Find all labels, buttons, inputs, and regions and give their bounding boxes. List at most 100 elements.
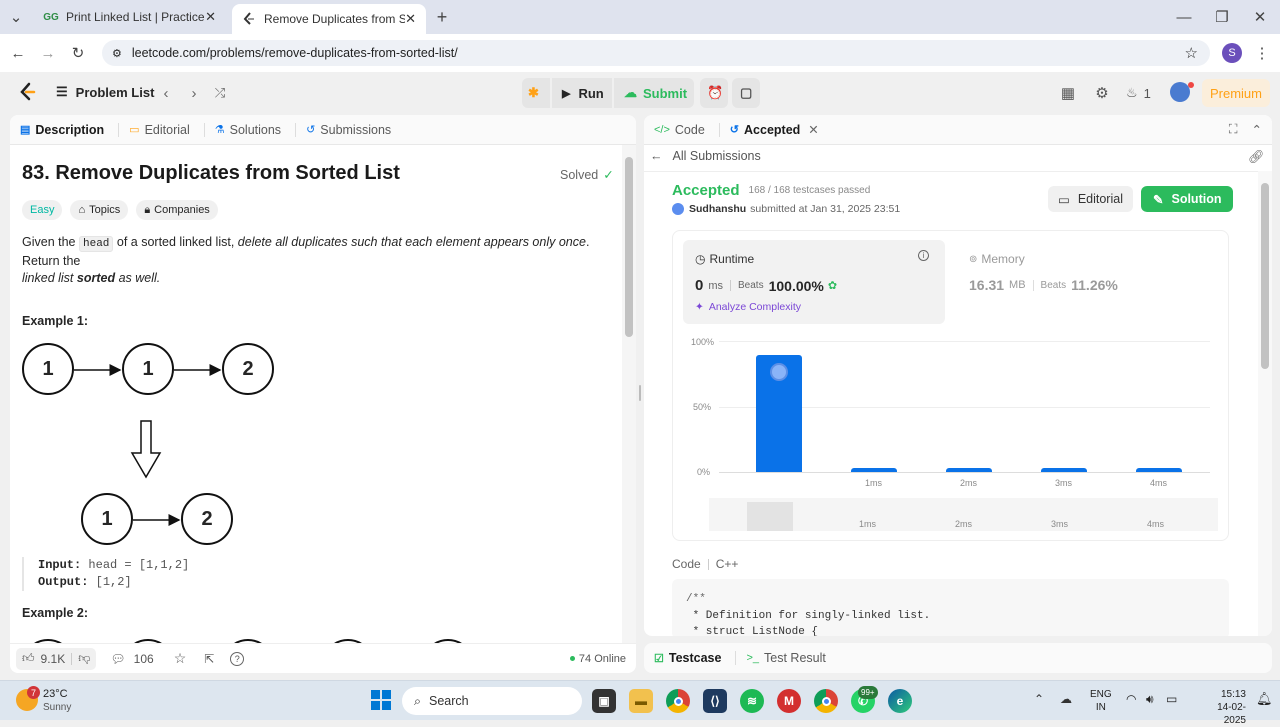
wifi-icon[interactable]: ◠: [1126, 692, 1136, 706]
all-submissions-link[interactable]: ← All Submissions: [650, 149, 761, 163]
back-icon[interactable]: ←: [6, 41, 30, 65]
x-tick-label: 1ms: [865, 478, 883, 488]
tab-solutions[interactable]: ⚗ Solutions: [215, 123, 281, 137]
info-icon[interactable]: i: [918, 250, 929, 261]
gridline: [719, 341, 1210, 342]
close-tab-icon[interactable]: ✕: [405, 11, 416, 27]
chart-range-navigator[interactable]: 1ms 2ms 3ms 4ms: [709, 498, 1218, 531]
close-tab-icon[interactable]: ✕: [205, 9, 216, 25]
author-name[interactable]: Sudhanshu: [689, 203, 746, 215]
bookmark-star-icon[interactable]: ☆: [1185, 44, 1198, 62]
code-block[interactable]: /** * Definition for singly-linked list.…: [672, 579, 1229, 636]
run-button[interactable]: ▶ Run: [552, 78, 612, 108]
browser-menu-icon[interactable]: ⋮: [1250, 41, 1274, 65]
next-problem-icon[interactable]: ›: [182, 81, 206, 105]
companies-label: Companies: [154, 204, 210, 216]
like-count: 9.1K: [40, 651, 66, 666]
file-explorer-icon[interactable]: ▬: [629, 689, 653, 713]
chart-bar-1ms[interactable]: [851, 468, 897, 472]
thumbs-down-icon[interactable]: 👎︎: [78, 651, 90, 666]
url-field[interactable]: ⚙ leetcode.com/problems/remove-duplicate…: [102, 40, 1210, 66]
layout-icon[interactable]: ▦: [1056, 81, 1080, 105]
chrome-profile-icon[interactable]: [814, 689, 838, 713]
star-icon[interactable]: ☆: [174, 650, 187, 667]
range-selector[interactable]: [747, 502, 793, 531]
task-view-icon[interactable]: ▣: [592, 689, 616, 713]
minimize-icon[interactable]: —: [1172, 5, 1196, 29]
region-code: IN: [1095, 702, 1106, 713]
taskbar-search[interactable]: ⌕ Search: [402, 687, 582, 715]
like-button[interactable]: 👍︎ 9.1K 👎︎: [16, 647, 97, 670]
runtime-box[interactable]: ◷ Runtime i 0 ms Beats 100.00% ✿ ✦ Analy…: [683, 240, 945, 324]
notes-icon[interactable]: ▢: [732, 78, 760, 108]
clock[interactable]: 15:13 14-02-2025: [1200, 688, 1246, 727]
windows-start-icon[interactable]: [371, 690, 391, 710]
prev-problem-icon[interactable]: ‹: [154, 81, 178, 105]
panel-resize-handle[interactable]: [639, 385, 641, 401]
submission-scrollbar[interactable]: [1258, 171, 1272, 636]
submit-button[interactable]: ☁ Submit: [614, 78, 694, 108]
tab-editorial[interactable]: ▭ Editorial: [129, 123, 190, 137]
spotify-icon[interactable]: ≋: [740, 689, 764, 713]
solution-button[interactable]: ✎ Solution: [1141, 186, 1234, 212]
problem-list-button[interactable]: ☰ Problem List: [56, 84, 154, 100]
new-tab-icon[interactable]: +: [430, 5, 454, 29]
tab-description[interactable]: ▤ Description: [20, 123, 104, 137]
comments-button[interactable]: 💬︎ 106: [110, 652, 153, 666]
forward-icon[interactable]: →: [36, 41, 60, 65]
scrollbar-thumb[interactable]: [625, 157, 633, 337]
streak-count: 1: [1143, 85, 1151, 101]
share-icon[interactable]: ⇱: [204, 652, 214, 666]
tab-accepted[interactable]: ↺ Accepted ✕: [730, 122, 819, 138]
close-tab-icon[interactable]: ✕: [808, 122, 818, 137]
window-close-icon[interactable]: ✕: [1248, 5, 1272, 29]
tab-code[interactable]: </> Code: [654, 123, 705, 137]
collapse-icon[interactable]: ⌃: [1252, 122, 1262, 137]
chart-bar-3ms[interactable]: [1041, 468, 1087, 472]
chart-bar-0ms[interactable]: [756, 355, 802, 472]
premium-button[interactable]: Premium: [1202, 79, 1270, 107]
language-indicator[interactable]: ENG IN: [1090, 688, 1112, 714]
chrome-icon[interactable]: [666, 689, 690, 713]
site-info-icon[interactable]: ⚙: [112, 47, 122, 60]
volume-icon[interactable]: 🔊︎: [1146, 692, 1154, 707]
reload-icon[interactable]: ↻: [66, 41, 90, 65]
shuffle-icon[interactable]: ⤮: [208, 81, 232, 105]
topics-tag[interactable]: ⌂ Topics: [70, 200, 129, 220]
edge-icon[interactable]: e: [888, 689, 912, 713]
browser-tab-gfg[interactable]: GG Print Linked List | Practice | Geeks …: [34, 0, 226, 34]
chart-bar-2ms[interactable]: [946, 468, 992, 472]
browser-tab-leetcode[interactable]: Remove Duplicates from Sorted ✕: [232, 4, 426, 34]
timer-icon[interactable]: ⏰: [700, 78, 728, 108]
profile-avatar[interactable]: S: [1222, 43, 1242, 63]
leetcode-logo-icon[interactable]: [18, 82, 36, 105]
scrollbar-thumb[interactable]: [1261, 183, 1269, 369]
mcafee-icon[interactable]: M: [777, 689, 801, 713]
difficulty-badge[interactable]: Easy: [22, 200, 63, 220]
description-scrollbar[interactable]: [622, 145, 636, 643]
link-icon[interactable]: 🔗︎: [1248, 149, 1265, 165]
vscode-icon[interactable]: ⟨⟩: [703, 689, 727, 713]
editorial-button[interactable]: ▭ Editorial: [1048, 186, 1133, 212]
onedrive-icon[interactable]: ☁: [1060, 692, 1072, 706]
temperature[interactable]: 23°C: [43, 688, 68, 700]
analyze-complexity-link[interactable]: ✦ Analyze Complexity: [695, 301, 801, 313]
maximize-icon[interactable]: ❐: [1210, 5, 1234, 29]
tab-testcase[interactable]: ☑ Testcase: [654, 651, 721, 665]
notifications-icon[interactable]: 🔔︎: [1256, 691, 1273, 707]
tab-test-result[interactable]: >_ Test Result: [746, 651, 825, 665]
expand-icon[interactable]: ⛶: [1229, 122, 1238, 137]
battery-icon[interactable]: ▭: [1166, 692, 1177, 706]
companies-tag[interactable]: 🔒︎ Companies: [136, 200, 218, 220]
user-avatar[interactable]: [1170, 82, 1190, 102]
settings-gear-icon[interactable]: ⚙: [1090, 81, 1114, 105]
streak-counter[interactable]: ♨ 1: [1126, 85, 1151, 101]
tab-list-chevron-icon[interactable]: ⌄: [4, 5, 28, 29]
memory-box[interactable]: ⊚ Memory 16.31 MB Beats 11.26%: [959, 240, 1159, 324]
chart-bar-4ms[interactable]: [1136, 468, 1182, 472]
description-panel: ▤ Description ▭ Editorial ⚗ Solutions ↺ Subm…: [10, 115, 636, 673]
help-icon[interactable]: ?: [230, 651, 245, 666]
tab-submissions[interactable]: ↺ Submissions: [306, 123, 391, 137]
debug-icon[interactable]: ✱: [522, 78, 550, 108]
show-hidden-icons[interactable]: ⌃: [1034, 692, 1044, 706]
